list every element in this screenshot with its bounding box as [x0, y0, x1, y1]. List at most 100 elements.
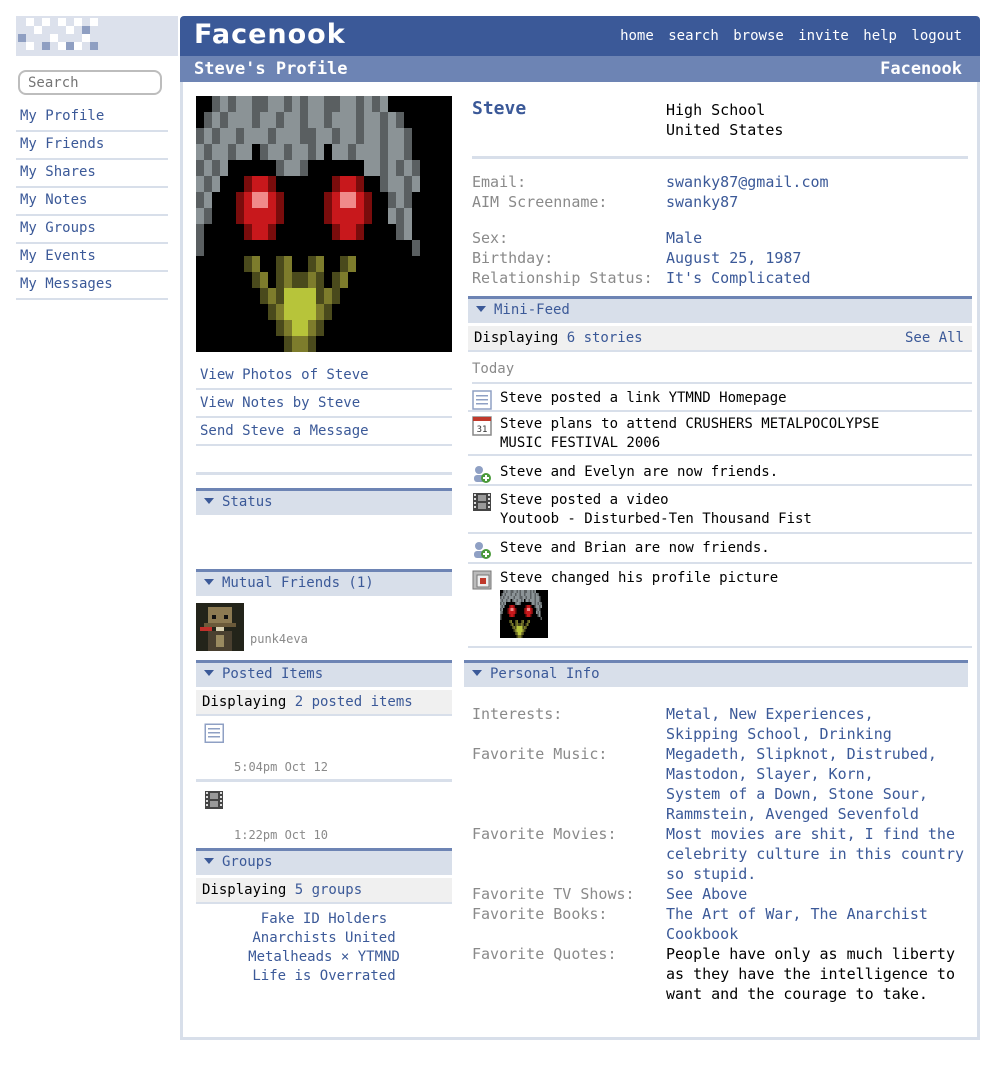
group-link[interactable]: Metalheads × YTMND: [196, 948, 452, 967]
interests-value[interactable]: Metal, New Experiences, Skipping School, …: [666, 704, 892, 744]
avatar-pixel: [260, 96, 268, 112]
movies-label: Favorite Movies:: [472, 825, 617, 843]
groups-header[interactable]: Groups: [196, 848, 452, 875]
feed-story-line: Steve posted a video: [500, 492, 669, 508]
group-link[interactable]: Life is Overrated: [196, 967, 452, 986]
avatar-pixel: [300, 304, 308, 320]
aim-value[interactable]: swanky87: [666, 192, 738, 212]
group-link[interactable]: Anarchists United: [196, 929, 452, 948]
avatar-pixel: [332, 112, 340, 128]
posted-items-count-link[interactable]: 2 posted items: [295, 694, 413, 710]
minifeed-count-link[interactable]: 6 stories: [567, 330, 643, 346]
avatar-pixel: [316, 96, 324, 112]
feed-story-text[interactable]: Steve posted a link YTMND Homepage: [500, 389, 970, 408]
avatar-pixel: [404, 224, 412, 240]
feed-story-line: Steve plans to attend CRUSHERS METALPOCO…: [500, 416, 880, 432]
search-input[interactable]: [18, 70, 162, 95]
site-logo[interactable]: [16, 16, 178, 56]
tv-value[interactable]: See Above: [666, 884, 747, 904]
avatar-pixel: [518, 599, 520, 602]
avatar-pixel: [509, 605, 511, 608]
movies-value[interactable]: Most movies are shit, I find the celebrit…: [666, 824, 964, 884]
avatar-pixel: [521, 599, 523, 602]
avatar-pixel: [515, 602, 517, 605]
avatar-pixel: [525, 605, 527, 608]
sidebar-item-my-events[interactable]: My Events: [16, 244, 168, 272]
avatar-pixel: [300, 144, 308, 160]
avatar-pixel: [340, 96, 348, 112]
quotes-line: People have only as much liberty: [666, 945, 955, 963]
see-all-link[interactable]: See All: [905, 326, 964, 350]
feed-story-text[interactable]: Steve and Evelyn are now friends.: [500, 463, 970, 482]
nav-logout-link[interactable]: logout: [911, 28, 962, 44]
avatar-pixel: [516, 626, 518, 629]
avatar-pixel: [503, 599, 505, 602]
feed-story-text[interactable]: Steve posted a video Youtoob - Disturbed-…: [500, 491, 970, 529]
profile-picture[interactable]: [196, 96, 452, 352]
avatar-pixel: [388, 144, 396, 160]
sidebar-item-my-messages[interactable]: My Messages: [16, 272, 168, 300]
displaying-label: Displaying: [202, 694, 295, 710]
groups-count-link[interactable]: 5 groups: [295, 882, 362, 898]
feed-story-text[interactable]: Steve changed his profile picture: [500, 569, 970, 588]
avatar-pixel: [515, 632, 517, 635]
quotes-line: want and the courage to take.: [666, 985, 928, 1003]
music-value[interactable]: Megadeth, Slipknot, Distrubed, Mastodon, …: [666, 744, 937, 824]
sidebar-item-my-notes[interactable]: My Notes: [16, 188, 168, 216]
sex-value[interactable]: Male: [666, 228, 702, 248]
avatar-pixel: [356, 208, 364, 224]
birthday-value[interactable]: August 25, 1987: [666, 248, 801, 268]
avatar-pixel: [534, 596, 536, 599]
nav-invite-link[interactable]: invite: [798, 28, 849, 44]
personal-info-header[interactable]: Personal Info: [464, 660, 968, 687]
avatar-pixel: [348, 256, 356, 272]
film-icon[interactable]: [204, 790, 224, 810]
relationship-value[interactable]: It's Complicated: [666, 268, 811, 288]
feed-story-text[interactable]: Steve and Brian are now friends.: [500, 539, 970, 558]
mutual-friend-name[interactable]: punk4eva: [250, 632, 308, 646]
brand-logo[interactable]: Facenook: [194, 19, 346, 50]
view-photos-link[interactable]: View Photos of Steve: [196, 362, 452, 390]
books-value[interactable]: The Art of War, The Anarchist Cookbook: [666, 904, 928, 944]
friends-icon: [472, 464, 492, 484]
nav-home-link[interactable]: home: [620, 28, 654, 44]
mutual-friend-avatar[interactable]: [196, 603, 244, 651]
sidebar-item-my-friends[interactable]: My Friends: [16, 132, 168, 160]
avatar-pixel: [513, 599, 515, 602]
sidebar-item-my-shares[interactable]: My Shares: [16, 160, 168, 188]
avatar-pixel: [509, 599, 511, 602]
mutual-friends-header[interactable]: Mutual Friends (1): [196, 569, 452, 596]
avatar-pixel: [503, 596, 505, 599]
minifeed-header[interactable]: Mini-Feed: [468, 296, 972, 323]
avatar-pixel: [260, 176, 268, 192]
email-value[interactable]: swanky87@gmail.com: [666, 172, 829, 192]
nav-help-link[interactable]: help: [863, 28, 897, 44]
avatar-pixel: [536, 596, 538, 599]
avatar-pixel: [528, 590, 530, 593]
avatar-pixel: [501, 608, 503, 611]
feed-story-text[interactable]: Steve plans to attend CRUSHERS METALPOCO…: [500, 415, 970, 453]
posted-items-header[interactable]: Posted Items: [196, 660, 452, 687]
group-link[interactable]: Fake ID Holders: [196, 910, 452, 929]
avatar-pixel: [252, 208, 260, 224]
avatar-pixel: [268, 224, 276, 240]
status-box-header[interactable]: Status: [196, 488, 452, 515]
avatar-pixel: [509, 590, 511, 593]
nav-search-link[interactable]: search: [668, 28, 719, 44]
new-profile-picture-thumbnail[interactable]: [500, 590, 548, 638]
avatar-pixel: [276, 112, 284, 128]
books-line: Cookbook: [666, 925, 739, 943]
note-icon[interactable]: [204, 723, 224, 743]
avatar-pixel: [316, 112, 324, 128]
view-notes-link[interactable]: View Notes by Steve: [196, 390, 452, 418]
send-message-link[interactable]: Send Steve a Message: [196, 418, 452, 446]
sidebar-item-my-groups[interactable]: My Groups: [16, 216, 168, 244]
avatar-pixel: [525, 596, 527, 599]
sidebar-item-my-profile[interactable]: My Profile: [16, 104, 168, 132]
avatar-pixel: [506, 590, 508, 593]
avatar-pixel: [537, 602, 539, 605]
avatar-pixel: [540, 617, 542, 620]
nav-browse-link[interactable]: browse: [733, 28, 784, 44]
avatar-pixel: [308, 288, 316, 304]
avatar-pixel: [324, 192, 332, 208]
